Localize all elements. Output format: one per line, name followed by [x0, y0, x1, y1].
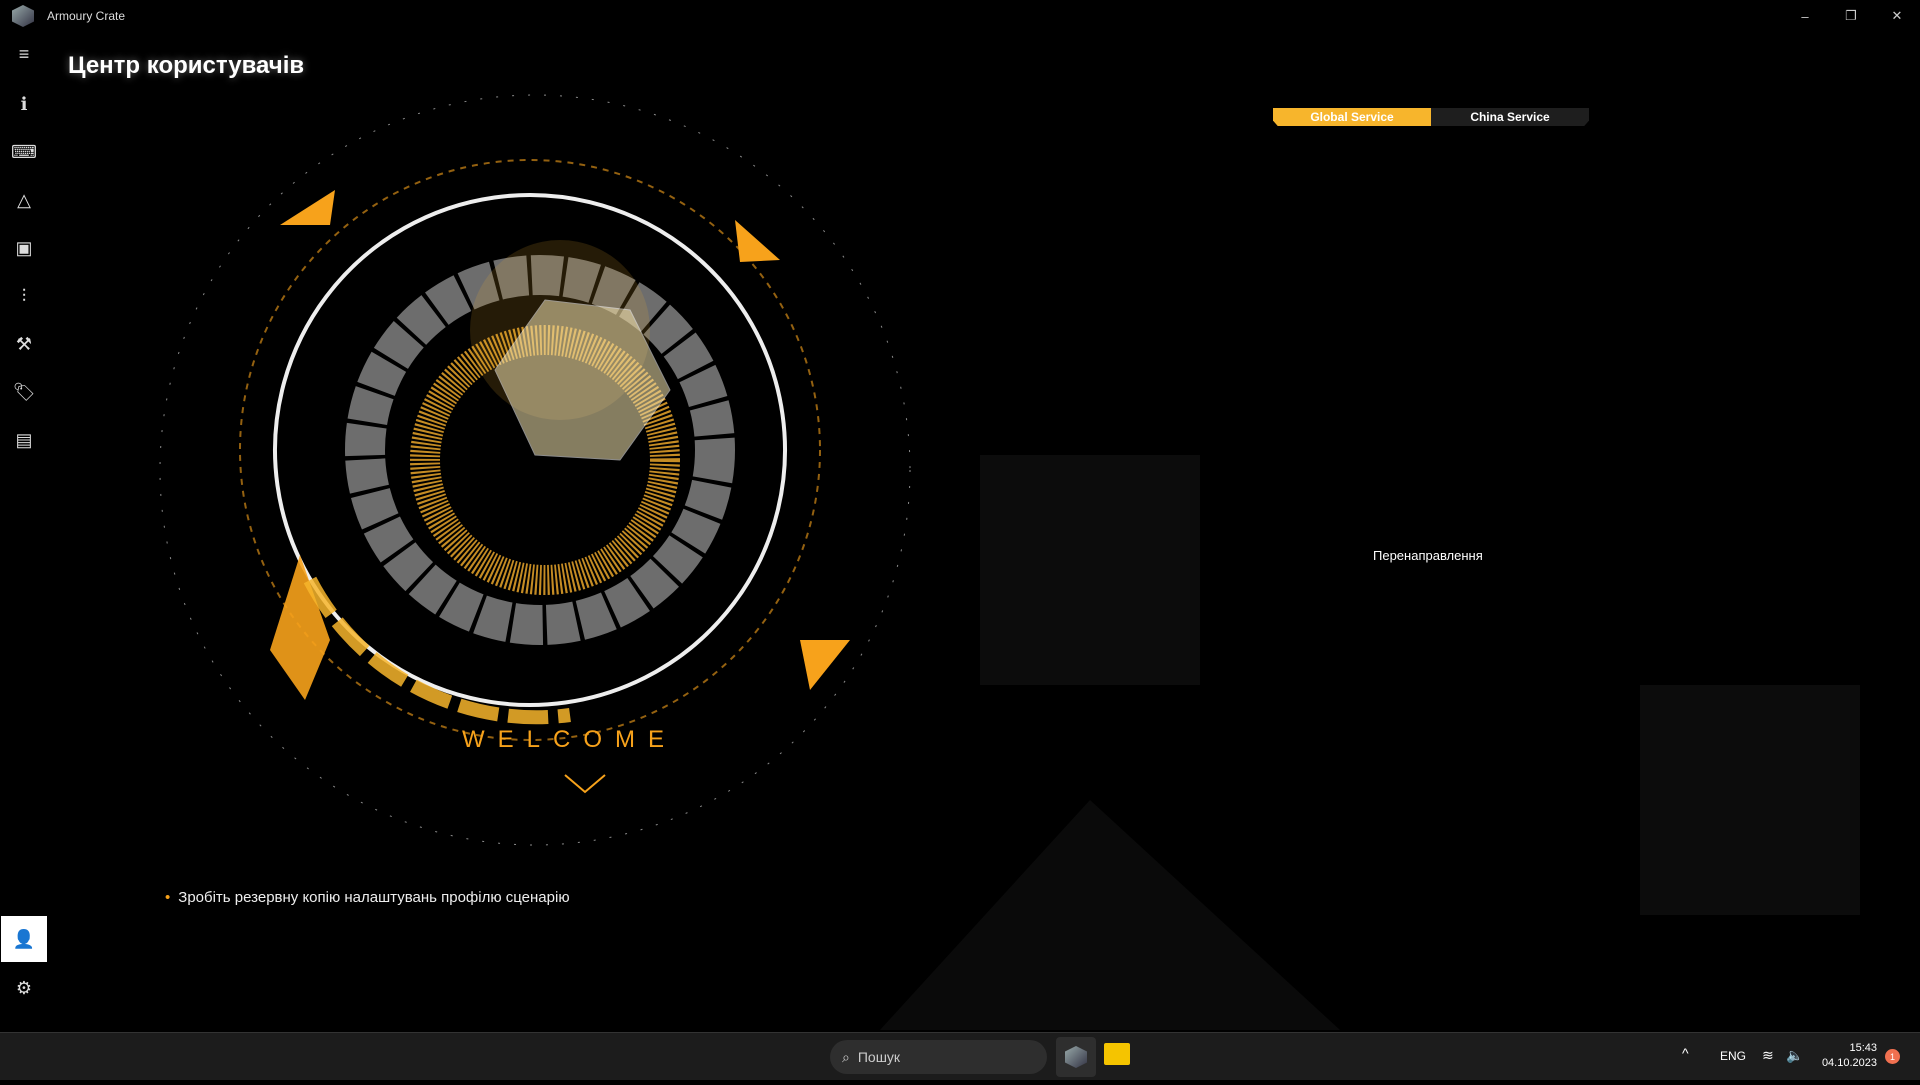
page-title: Центр користувачів	[68, 52, 305, 79]
welcome-text: WELCOME	[462, 726, 678, 753]
home-icon[interactable]: ℹ	[8, 88, 40, 120]
clock[interactable]: 15:43 04.10.2023	[1815, 1041, 1877, 1071]
show-hidden-icons-icon[interactable]: ^	[1682, 1045, 1689, 1061]
app-title: Armoury Crate	[47, 9, 126, 23]
settings-icon[interactable]: ⚙	[8, 972, 40, 1004]
aura-icon[interactable]: △	[8, 184, 40, 216]
china-service-tab[interactable]: China Service	[1431, 108, 1589, 126]
taskbar: ⌕ Пошук ^ ENG ≋ 🔈 15:43 04.10.2023 1	[0, 1032, 1920, 1080]
volume-icon[interactable]: 🔈	[1786, 1047, 1803, 1064]
minimize-button[interactable]: –	[1782, 0, 1828, 32]
user-center-icon[interactable]: 👤	[1, 916, 47, 962]
bullet-icon: •	[165, 889, 171, 906]
file-explorer-icon[interactable]	[1104, 1043, 1130, 1065]
search-icon: ⌕	[842, 1048, 850, 1065]
restore-button[interactable]: ❐	[1828, 0, 1874, 32]
taskbar-search[interactable]: ⌕ Пошук	[830, 1040, 1047, 1074]
wifi-icon[interactable]: ≋	[1762, 1047, 1774, 1064]
redirect-status: Перенаправлення	[1373, 548, 1483, 563]
game-library-icon[interactable]: ▣	[8, 232, 40, 264]
notification-badge[interactable]: 1	[1885, 1049, 1900, 1064]
windows-start-icon[interactable]	[790, 1045, 814, 1069]
background-decoration	[0, 0, 1920, 1080]
time: 15:43	[1849, 1042, 1877, 1054]
close-button[interactable]: ✕	[1874, 0, 1920, 32]
tip-text: Зробіть резервну копію налаштувань профі…	[178, 889, 570, 906]
deals-icon[interactable]: 🏷	[8, 376, 40, 408]
date: 04.10.2023	[1821, 1057, 1877, 1069]
armoury-crate-logo-icon	[12, 5, 34, 27]
menu-icon[interactable]: ≡	[8, 38, 40, 70]
armoury-crate-taskbar-icon[interactable]	[1056, 1037, 1096, 1077]
title-bar: Armoury Crate – ❐ ✕	[0, 0, 1920, 32]
language-indicator[interactable]: ENG	[1720, 1049, 1746, 1063]
search-placeholder: Пошук	[857, 1049, 901, 1065]
device-icon[interactable]: ⌨	[8, 136, 40, 168]
news-icon[interactable]: ▤	[8, 424, 40, 456]
sidebar: ≡ ℹ ⌨ △ ▣ ⫶ ⚒ 🏷 ▤ 👤 ⚙	[0, 40, 48, 1030]
service-tabs: Global Service China Service	[1273, 108, 1589, 126]
tip-item: • Зробіть резервну копію налаштувань проф…	[165, 889, 570, 906]
global-service-tab[interactable]: Global Service	[1273, 108, 1431, 126]
tools-icon[interactable]: ⚒	[8, 328, 40, 360]
scenario-profiles-icon[interactable]: ⫶	[8, 280, 40, 312]
